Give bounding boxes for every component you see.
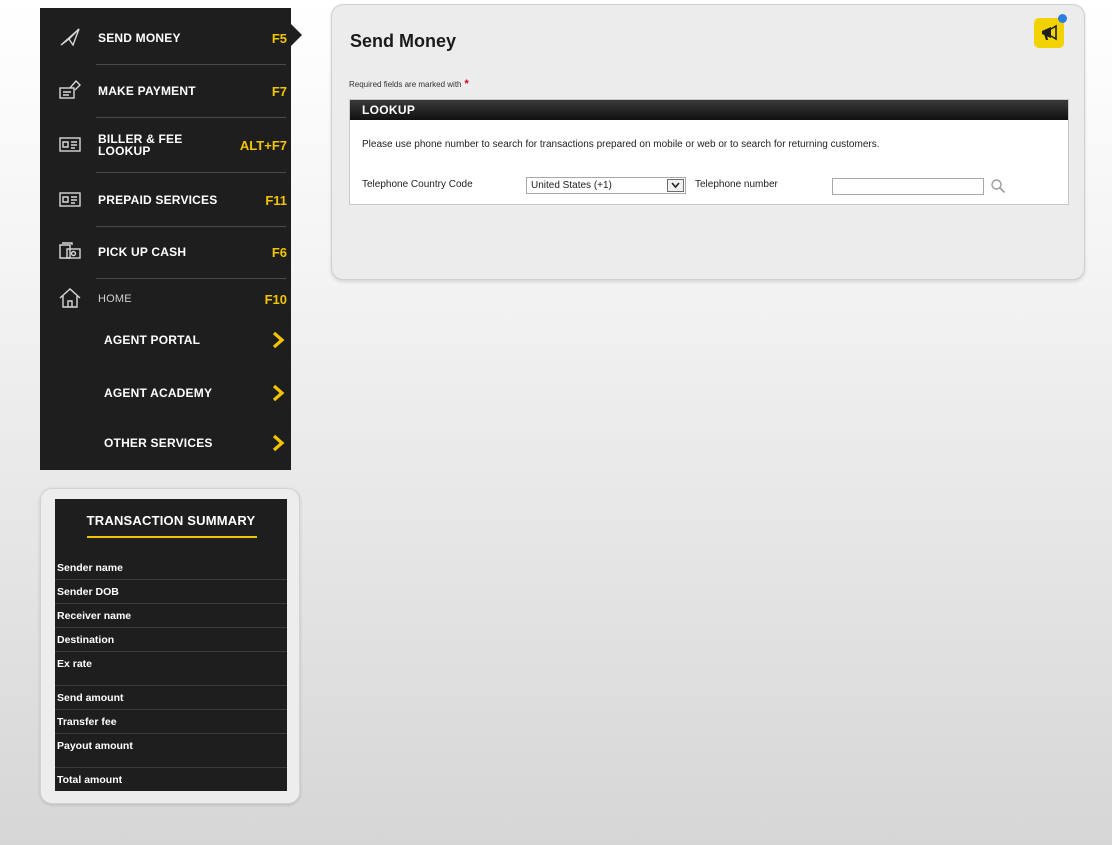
nav-item-make-payment[interactable]: MAKE PAYMENT F7 [40, 65, 291, 117]
shortcut-key: F7 [271, 83, 287, 99]
chevron-right-icon [272, 331, 285, 349]
search-button[interactable] [990, 178, 1006, 194]
notifications-button[interactable] [1034, 14, 1067, 48]
summary-row-total-amount: Total amount [55, 768, 287, 792]
divider [96, 117, 286, 118]
summary-row-destination: Destination [55, 628, 287, 652]
phone-number-input[interactable] [832, 178, 984, 195]
page-title: Send Money [350, 31, 457, 51]
summary-row-label: Transfer fee [57, 716, 117, 728]
summary-row-sender-dob: Sender DOB [55, 580, 287, 604]
sub-item-agent-academy[interactable]: AGENT ACADEMY [40, 368, 291, 418]
summary-row-label: Total amount [57, 774, 123, 786]
shortcut-key: ALT+F7 [239, 137, 287, 153]
card-icon [58, 188, 82, 210]
summary-title: TRANSACTION SUMMARY [86, 513, 256, 528]
transaction-summary: TRANSACTION SUMMARY Sender name Sender D… [55, 499, 287, 791]
nav-item-send-money[interactable]: SEND MONEY F5 [40, 12, 291, 64]
megaphone-icon [1042, 24, 1057, 41]
nav-label: BILLER & FEE LOOKUP [98, 132, 183, 158]
country-code-value: United States (+1) [531, 180, 612, 191]
summary-row-transfer-fee: Transfer fee [55, 710, 287, 734]
nav-item-biller-fee-lookup[interactable]: BILLER & FEE LOOKUP ALT+F7 [40, 119, 291, 171]
shortcut-key: F11 [265, 192, 287, 208]
active-indicator [291, 24, 302, 46]
notification-badge [1058, 14, 1067, 23]
search-icon [991, 179, 1006, 194]
summary-row-label: Ex rate [57, 658, 93, 670]
summary-row-send-amount: Send amount [55, 686, 287, 710]
sub-item-label: AGENT PORTAL [104, 333, 201, 347]
lookup-header: LOOKUP [350, 100, 1068, 120]
country-code-select[interactable]: United States (+1) [526, 177, 686, 194]
nav-label: PICK UP CASH [98, 245, 187, 259]
sub-item-agent-portal[interactable]: AGENT PORTAL [40, 315, 291, 365]
summary-row-ex-rate: Ex rate [55, 652, 287, 686]
summary-title-underline [87, 536, 257, 538]
nav-label: PREPAID SERVICES [98, 193, 218, 207]
sub-item-other-services[interactable]: OTHER SERVICES [40, 418, 291, 468]
sidebar-nav: SEND MONEY F5 MAKE PAYMENT F7 BILLER & F… [40, 8, 291, 470]
dropdown-button[interactable] [667, 179, 684, 192]
sub-item-label: AGENT ACADEMY [104, 386, 213, 400]
divider [96, 172, 286, 173]
nav-label: MAKE PAYMENT [98, 84, 196, 98]
summary-row-label: Payout amount [57, 740, 133, 752]
lookup-section: LOOKUP Please use phone number to search… [349, 99, 1069, 205]
summary-row-payout-amount: Payout amount [55, 734, 287, 768]
summary-row-label: Sender name [57, 562, 123, 574]
shortcut-key: F5 [271, 30, 287, 46]
transaction-summary-panel: TRANSACTION SUMMARY Sender name Sender D… [40, 488, 300, 804]
country-code-label: Telephone Country Code [362, 179, 473, 190]
send-money-panel: Send Money Required fields are marked wi… [331, 4, 1085, 280]
shortcut-key: F6 [271, 244, 287, 260]
sub-item-label: OTHER SERVICES [104, 436, 213, 450]
summary-row-label: Sender DOB [57, 586, 119, 598]
required-marker: * [464, 78, 469, 90]
nav-item-prepaid-services[interactable]: PREPAID SERVICES F11 [40, 174, 291, 226]
chevron-down-icon [671, 182, 680, 189]
required-fields-text: Required fields are marked with [349, 80, 462, 89]
payment-icon [58, 79, 82, 101]
lookup-description: Please use phone number to search for tr… [362, 139, 880, 150]
summary-row-label: Destination [57, 634, 115, 646]
chevron-right-icon [272, 384, 285, 402]
card-icon [58, 133, 82, 155]
send-icon [58, 26, 82, 48]
summary-row-label: Receiver name [57, 610, 132, 622]
summary-row-sender-name: Sender name [55, 556, 287, 580]
nav-item-pick-up-cash[interactable]: PICK UP CASH F6 [40, 226, 291, 278]
nav-label: SEND MONEY [98, 31, 181, 45]
required-fields-note: Required fields are marked with * [349, 78, 469, 90]
summary-row-receiver-name: Receiver name [55, 604, 287, 628]
home-icon [58, 287, 82, 309]
phone-number-label: Telephone number [695, 179, 778, 190]
summary-row-label: Send amount [57, 692, 124, 704]
chevron-right-icon [272, 434, 285, 452]
cash-icon [58, 240, 82, 262]
